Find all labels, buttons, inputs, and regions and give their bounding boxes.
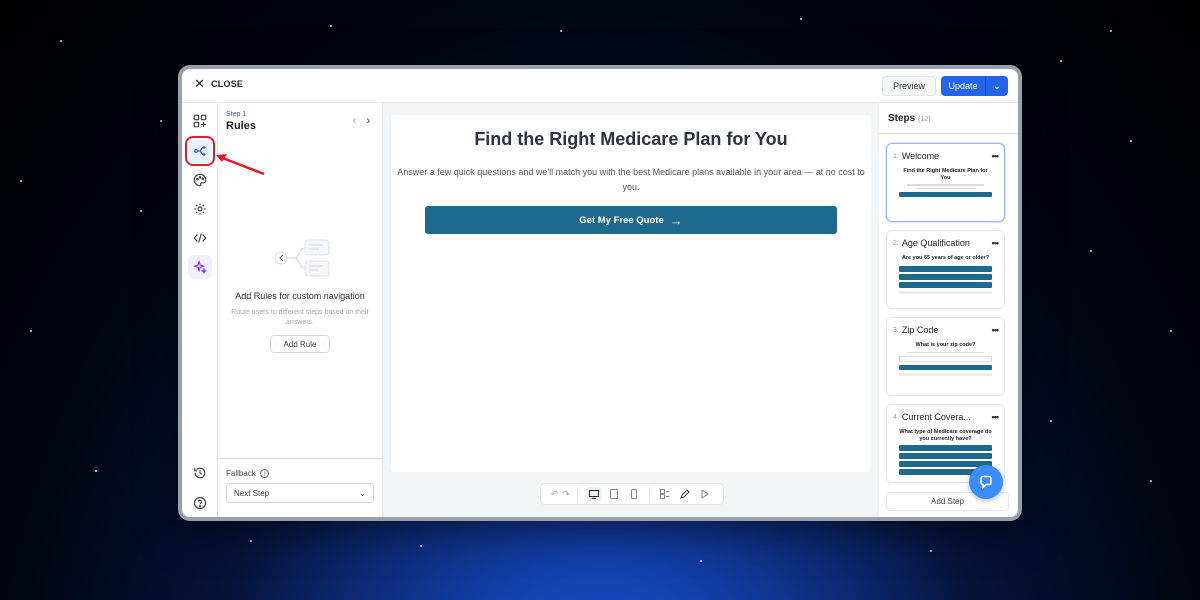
page-headline[interactable]: Find the Right Medicare Plan for You — [391, 129, 871, 150]
update-button[interactable]: Update ⌄ — [941, 76, 1008, 96]
more-icon[interactable]: ••• — [992, 325, 1000, 335]
chevron-down-icon[interactable]: ⌄ — [986, 81, 1008, 92]
more-icon[interactable]: ••• — [992, 238, 1000, 248]
thumb-title: Are you 65 years of age or older? — [901, 255, 990, 261]
update-label: Update — [948, 81, 978, 91]
info-icon[interactable]: i — [259, 469, 269, 478]
preview-canvas: Find the Right Medicare Plan for You Ans… — [383, 103, 879, 517]
desktop-icon[interactable] — [585, 487, 602, 501]
step-name: Welcome — [901, 151, 940, 161]
step-number: 4. — [893, 413, 899, 421]
more-icon[interactable]: ••• — [992, 412, 1000, 422]
fallback-label-text: Fallback — [226, 469, 256, 478]
fallback-select[interactable]: Next Step ⌄ — [226, 483, 374, 503]
step-card-zip-code[interactable]: 3. Zip Code ••• What is your zip code? — [886, 317, 1005, 396]
step-number: 2. — [893, 239, 899, 247]
step-card-welcome[interactable]: 1. Welcome ••• Find the Right Medicare P… — [886, 143, 1005, 222]
chevron-down-icon: ⌄ — [359, 488, 366, 498]
empty-state-title: Add Rules for custom navigation — [235, 291, 365, 301]
rules-illustration-icon — [274, 239, 330, 277]
top-bar: ✕ CLOSE Preview Update ⌄ — [182, 69, 1018, 103]
page-subline[interactable]: Answer a few quick questions and we'll m… — [397, 165, 865, 196]
step-name: Current Covera... — [901, 412, 971, 422]
components-icon[interactable] — [188, 109, 212, 133]
fallback-value: Next Step — [234, 488, 270, 498]
editor-window: ✕ CLOSE Preview Update ⌄ Step 1 Rules ‹ … — [178, 65, 1022, 521]
chat-support-button[interactable] — [969, 465, 1003, 499]
play-icon[interactable] — [697, 487, 713, 501]
mobile-icon[interactable] — [626, 487, 642, 501]
add-rule-button[interactable]: Add Rule — [270, 335, 330, 353]
more-icon[interactable]: ••• — [992, 151, 1000, 161]
redo-icon[interactable]: ↷ — [562, 489, 570, 500]
step-number: 1. — [893, 152, 899, 160]
rules-title: Rules — [226, 120, 256, 132]
steps-title-text: Steps — [888, 113, 916, 124]
canvas-toolbar: ↶ ↷ — [540, 483, 724, 505]
chat-icon — [980, 475, 992, 490]
step-thumbnail: What is your zip code? — [899, 342, 992, 389]
chevron-left-icon[interactable]: ‹ — [353, 115, 357, 127]
palette-icon[interactable] — [188, 168, 212, 192]
close-button[interactable]: ✕ CLOSE — [194, 76, 244, 91]
tablet-icon[interactable] — [606, 487, 622, 501]
step-thumbnail: Find the Right Medicare Plan for You — [899, 168, 992, 215]
annotation-arrow-icon — [216, 154, 265, 176]
close-label: CLOSE — [211, 79, 244, 89]
steps-title: Steps (12) — [888, 113, 930, 124]
sparkle-icon[interactable] — [188, 255, 212, 279]
step-preview-card: Find the Right Medicare Plan for You Ans… — [391, 115, 871, 472]
thumb-title: Find the Right Medicare Plan for You — [903, 168, 988, 181]
step-card-age-qualification[interactable]: 2. Age Qualification ••• Are you 65 year… — [886, 230, 1005, 309]
arrow-right-icon: → — [669, 212, 683, 228]
step-label: Step 1 — [226, 111, 247, 118]
thumb-title: What type of Medicare coverage do you cu… — [899, 429, 992, 442]
gear-icon[interactable] — [188, 197, 212, 221]
cta-label: Get My Free Quote — [579, 214, 664, 226]
undo-icon[interactable]: ↶ — [551, 489, 559, 500]
step-name: Zip Code — [901, 325, 939, 335]
layout-icon[interactable] — [657, 487, 673, 501]
step-name: Age Qualification — [901, 238, 970, 248]
steps-panel: Steps (12) 1. Welcome ••• Find the Right… — [879, 103, 1018, 517]
thumb-title: What is your zip code? — [915, 342, 976, 348]
history-icon[interactable] — [188, 461, 212, 485]
steps-count: (12) — [918, 116, 931, 123]
step-number: 3. — [893, 326, 899, 334]
get-quote-button[interactable]: Get My Free Quote → — [425, 206, 837, 234]
code-icon[interactable] — [188, 226, 212, 250]
close-icon: ✕ — [194, 76, 206, 91]
fallback-label: Fallback i — [226, 469, 269, 478]
preview-button[interactable]: Preview — [881, 76, 936, 96]
pencil-icon[interactable] — [677, 487, 693, 501]
branch-icon[interactable] — [185, 136, 215, 166]
chevron-right-icon[interactable]: › — [366, 115, 370, 127]
empty-state-description: Route users to different steps based on … — [231, 309, 369, 326]
step-nav: ‹ › — [353, 115, 370, 127]
help-icon[interactable] — [188, 491, 212, 515]
step-thumbnail: Are you 65 years of age or older? — [899, 255, 992, 302]
